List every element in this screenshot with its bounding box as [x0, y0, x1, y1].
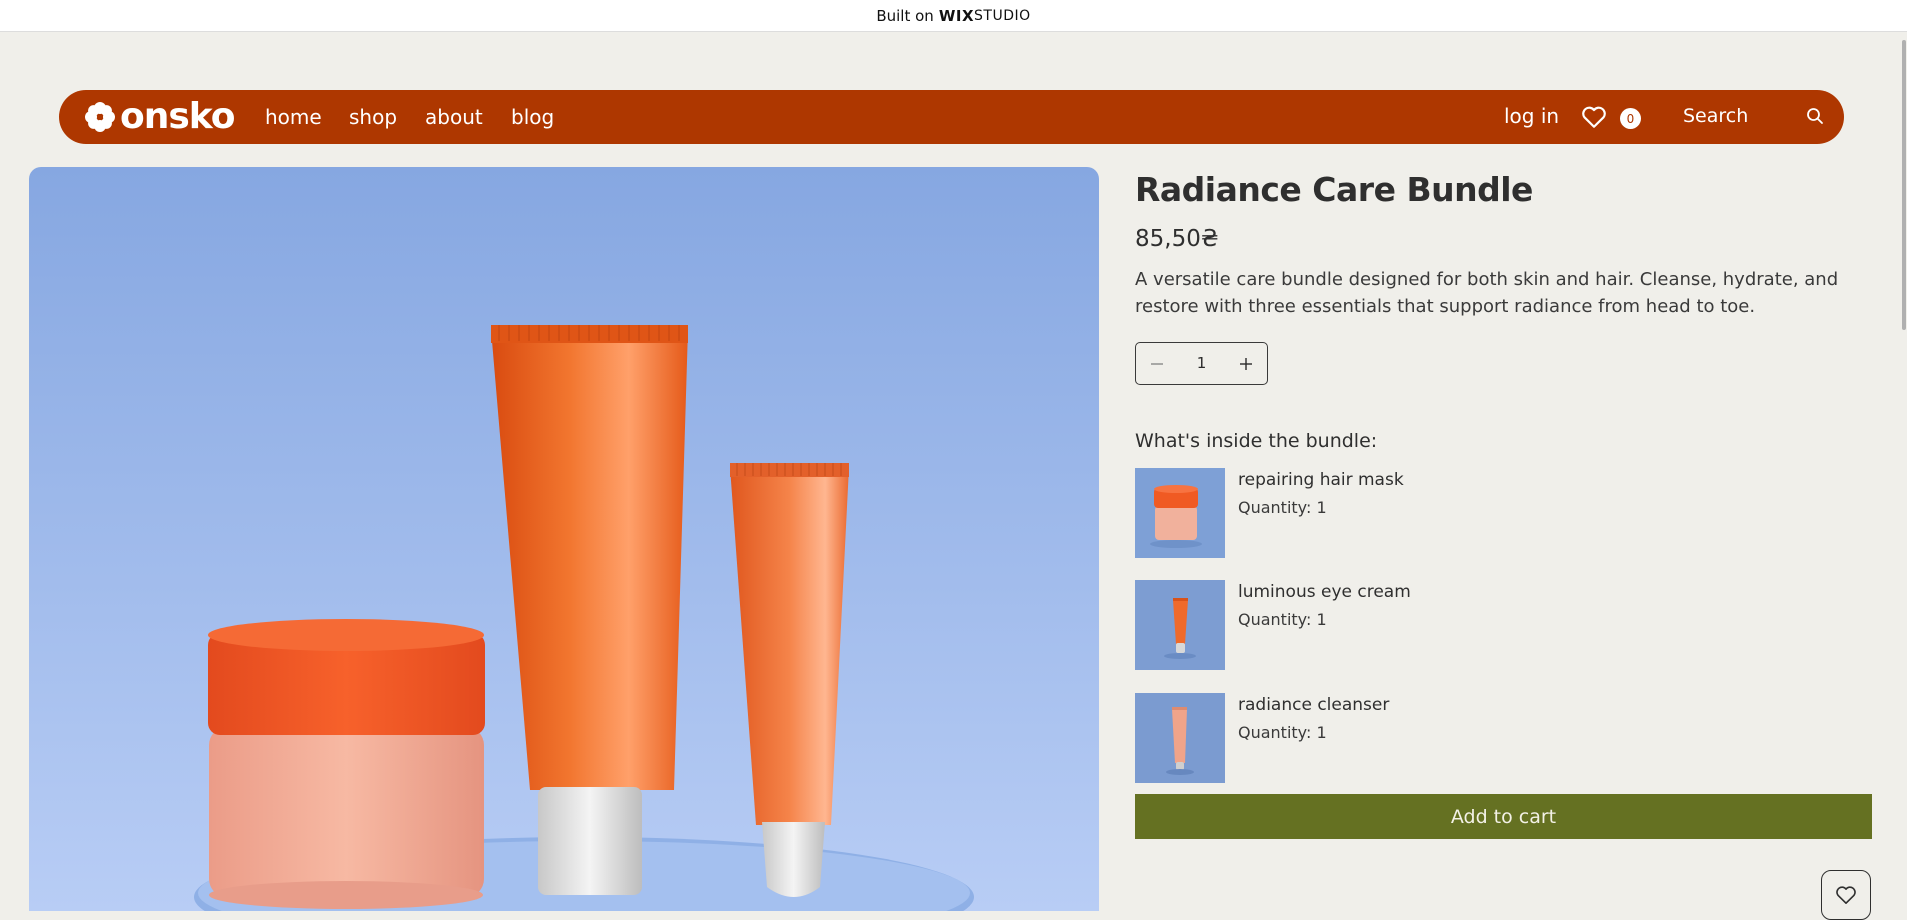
bundle-item-quantity: Quantity: 1 [1238, 723, 1327, 742]
bundle-item-thumbnail[interactable] [1135, 468, 1225, 558]
bundle-item[interactable]: repairing hair mask Quantity: 1 [1135, 468, 1635, 558]
bundle-item-quantity: Quantity: 1 [1238, 498, 1327, 517]
bundle-item-thumbnail[interactable] [1135, 693, 1225, 783]
product-image[interactable] [29, 167, 1099, 911]
add-to-cart-button[interactable]: Add to cart [1135, 794, 1872, 839]
bundle-item-name[interactable]: luminous eye cream [1238, 582, 1411, 602]
nav-link-shop[interactable]: shop [349, 105, 397, 129]
nav-link-about[interactable]: about [425, 105, 483, 129]
decrease-quantity-button[interactable] [1136, 343, 1178, 384]
bundle-item-thumbnail[interactable] [1135, 580, 1225, 670]
wishlist-count-badge: 0 [1620, 108, 1641, 129]
wix-banner-prefix: Built on [876, 6, 934, 25]
wix-banner[interactable]: Built on WIX STUDIO [0, 0, 1907, 32]
wix-studio-label: STUDIO [974, 7, 1031, 24]
main-nav: onsko home shop about blog log in 0 Sear… [59, 90, 1844, 144]
heart-icon [1836, 886, 1856, 904]
quantity-stepper: 1 [1135, 342, 1268, 385]
bundle-item-quantity: Quantity: 1 [1238, 610, 1327, 629]
plus-icon [1240, 357, 1252, 370]
bundle-item[interactable]: luminous eye cream Quantity: 1 [1135, 580, 1635, 670]
wix-logo: WIX [938, 6, 975, 25]
product-title: Radiance Care Bundle [1135, 170, 1533, 209]
bundle-item[interactable]: radiance cleanser Quantity: 1 [1135, 693, 1635, 783]
logo-flower-icon [85, 102, 115, 132]
quantity-input[interactable]: 1 [1178, 343, 1225, 384]
logo[interactable]: onsko [84, 98, 235, 136]
bundle-contents-heading: What's inside the bundle: [1135, 430, 1378, 452]
scrollbar-thumb[interactable] [1902, 40, 1906, 330]
logo-text: onsko [120, 96, 235, 137]
add-to-wishlist-button[interactable] [1821, 870, 1871, 920]
increase-quantity-button[interactable] [1225, 343, 1267, 384]
product-description: A versatile care bundle designed for bot… [1135, 269, 1839, 317]
heart-icon[interactable] [1581, 105, 1607, 133]
search-icon[interactable] [1806, 107, 1824, 129]
minus-icon [1151, 362, 1163, 365]
product-price: 85,50₴ [1135, 226, 1219, 252]
nav-link-home[interactable]: home [265, 105, 322, 129]
login-link[interactable]: log in [1504, 104, 1559, 128]
search-input[interactable]: Search [1683, 105, 1748, 127]
bundle-item-name[interactable]: radiance cleanser [1238, 695, 1389, 715]
nav-link-blog[interactable]: blog [511, 105, 554, 129]
bundle-item-name[interactable]: repairing hair mask [1238, 470, 1404, 490]
